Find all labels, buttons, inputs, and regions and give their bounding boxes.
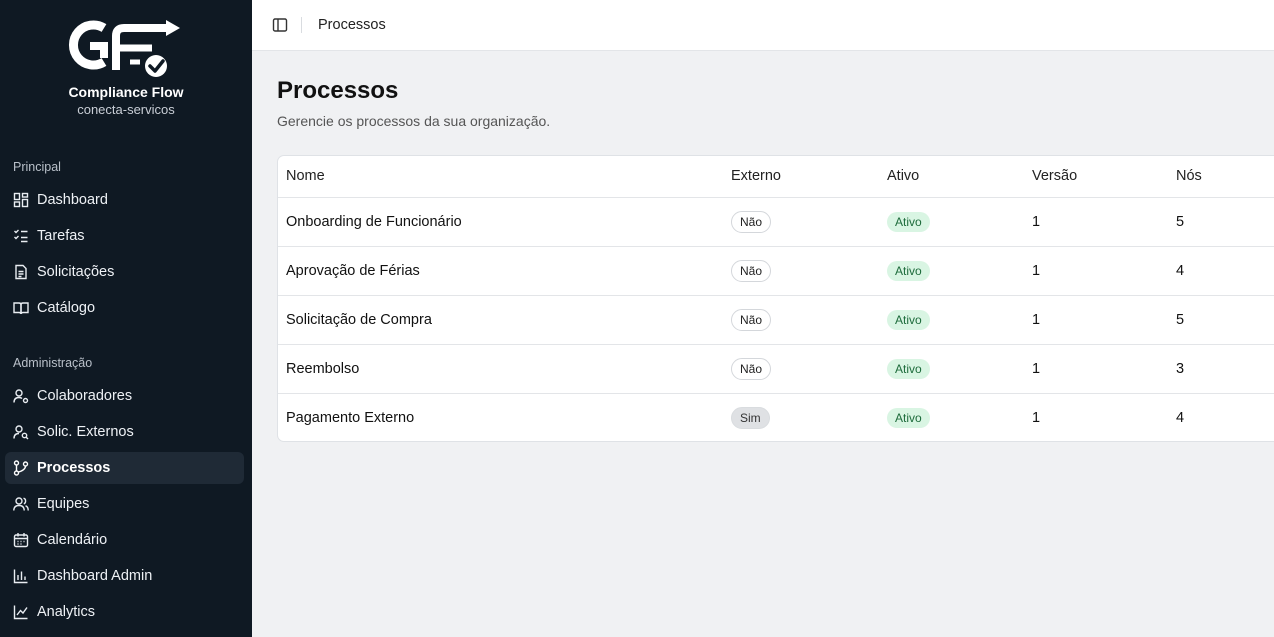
- cell-nos: 5: [1176, 197, 1274, 247]
- cell-versao: 1: [1032, 246, 1176, 296]
- sidebar-item-label: Analytics: [37, 604, 96, 620]
- group-label-principal: Principal: [13, 160, 61, 174]
- cell-nome: Aprovação de Férias: [278, 246, 731, 296]
- status-badge: Ativo: [887, 358, 930, 379]
- cell-nome: Onboarding de Funcionário: [278, 197, 731, 247]
- table-row[interactable]: Onboarding de Funcionário Não Ativo 1 5: [278, 197, 1274, 247]
- cell-nos: 4: [1176, 409, 1185, 426]
- cell-nome: Solicitação de Compra: [278, 295, 731, 345]
- table-row[interactable]: Reembolso Não Ativo 1 3: [278, 344, 1274, 394]
- cell-ativo: Ativo: [887, 197, 1032, 247]
- calendar-icon: [13, 533, 29, 548]
- status-badge: Ativo: [887, 260, 930, 281]
- sidebar-item-label: Processos: [37, 460, 111, 476]
- topbar-divider: [301, 17, 302, 33]
- cell-externo: Não: [731, 246, 887, 296]
- cell-nos: 3: [1176, 344, 1274, 394]
- page-subtitle: Gerencie os processos da sua organização…: [277, 113, 551, 129]
- group-label-administracao: Administração: [13, 356, 93, 370]
- table-row[interactable]: Aprovação de Férias Não Ativo 1 4: [278, 246, 1274, 296]
- team-icon: [13, 497, 29, 511]
- breadcrumb: Processos: [318, 17, 386, 33]
- cell-versao: 1: [1032, 344, 1176, 394]
- externo-badge: Não: [731, 308, 772, 331]
- cell-ativo: Ativo: [887, 344, 1032, 394]
- document-icon: [15, 264, 27, 280]
- sidebar-item-label: Equipes: [37, 496, 90, 512]
- sidebar-item-dashboard[interactable]: Dashboard: [5, 184, 244, 216]
- sidebar-item-dashboard-admin[interactable]: Dashboard Admin: [5, 560, 244, 592]
- page-title: Processos: [277, 77, 399, 104]
- git-branch-icon: [13, 460, 29, 476]
- sidebar-item-analytics[interactable]: Analytics: [5, 596, 244, 628]
- cell-externo: Não: [731, 344, 887, 394]
- cell-ativo: Ativo: [887, 393, 1032, 441]
- sidebar-item-label: Solicitações: [37, 264, 115, 280]
- externo-badge: Sim: [731, 406, 770, 429]
- bar-chart-icon: [13, 569, 28, 584]
- cell-externo: Não: [731, 197, 887, 247]
- brand: Compliance Flow conecta-servicos: [0, 18, 252, 117]
- table-row[interactable]: Solicitação de Compra Não Ativo 1 5: [278, 295, 1274, 345]
- sidebar: Compliance Flow conecta-servicos Princip…: [0, 0, 252, 637]
- sidebar-item-label: Colaboradores: [37, 388, 133, 404]
- sidebar-item-label: Calendário: [37, 532, 108, 548]
- sidebar-item-label: Tarefas: [37, 228, 85, 244]
- topbar: Processos: [252, 0, 1274, 51]
- sidebar-item-solicitacoes[interactable]: Solicitações: [5, 256, 244, 288]
- status-badge: Ativo: [887, 309, 930, 330]
- line-chart-icon: [13, 605, 28, 620]
- status-badge: Ativo: [887, 407, 930, 428]
- cell-versao: 1: [1032, 295, 1176, 345]
- externo-badge: Não: [731, 210, 772, 233]
- cell-ativo: Ativo: [887, 246, 1032, 296]
- sidebar-item-solic-externos[interactable]: Solic. Externos: [5, 416, 244, 448]
- column-header-versao[interactable]: Versão: [1032, 156, 1176, 198]
- externo-badge: Não: [731, 357, 772, 380]
- cell-nos: 4: [1176, 246, 1274, 296]
- tasks-icon: [14, 229, 28, 243]
- sidebar-item-label: Solic. Externos: [37, 424, 134, 440]
- column-header-externo[interactable]: Externo: [731, 156, 887, 198]
- book-icon: [13, 302, 29, 315]
- cell-ativo: Ativo: [887, 295, 1032, 345]
- sidebar-item-label: Catálogo: [37, 300, 96, 316]
- column-header-nome[interactable]: Nome: [278, 156, 731, 198]
- column-header-nos[interactable]: Nós: [1176, 156, 1274, 198]
- cell-versao: 1: [1032, 409, 1041, 426]
- sidebar-item-catalogo[interactable]: Catálogo: [5, 292, 244, 324]
- processes-table: Nome Externo Ativo Versão Nós Onboarding…: [278, 156, 1274, 441]
- sidebar-item-tarefas[interactable]: Tarefas: [5, 220, 244, 252]
- cell-nome: Reembolso: [278, 344, 731, 394]
- sidebar-item-processos[interactable]: Processos: [5, 452, 244, 484]
- table-header-row: Nome Externo Ativo Versão Nós: [278, 156, 1274, 198]
- cell-externo: Não: [731, 295, 887, 345]
- processes-table-card: Nome Externo Ativo Versão Nós Onboarding…: [277, 155, 1274, 442]
- cell-externo: Sim: [731, 393, 887, 441]
- sidebar-item-colaboradores[interactable]: Colaboradores: [5, 380, 244, 412]
- user-search-icon: [13, 425, 29, 440]
- cell-nos: 5: [1176, 295, 1274, 345]
- cell-versao: 1: [1032, 197, 1176, 247]
- brand-name: Compliance Flow: [68, 84, 184, 100]
- sidebar-toggle-icon[interactable]: [272, 17, 288, 33]
- cell-nome: Pagamento Externo: [286, 409, 415, 426]
- sidebar-item-label: Dashboard: [37, 192, 108, 208]
- dashboard-icon: [13, 192, 29, 208]
- sidebar-item-label: Dashboard Admin: [37, 568, 153, 584]
- table-row[interactable]: Pagamento Externo Sim Ativo 1 4: [278, 393, 1274, 441]
- organization-name: conecta-servicos: [77, 102, 175, 117]
- sidebar-item-calendario[interactable]: Calendário: [5, 524, 244, 556]
- externo-badge: Não: [731, 259, 772, 282]
- column-header-ativo[interactable]: Ativo: [887, 156, 1032, 198]
- compliance-flow-logo: [69, 20, 180, 77]
- users-gear-icon: [13, 389, 29, 404]
- sidebar-item-equipes[interactable]: Equipes: [5, 488, 244, 520]
- status-badge: Ativo: [887, 211, 930, 232]
